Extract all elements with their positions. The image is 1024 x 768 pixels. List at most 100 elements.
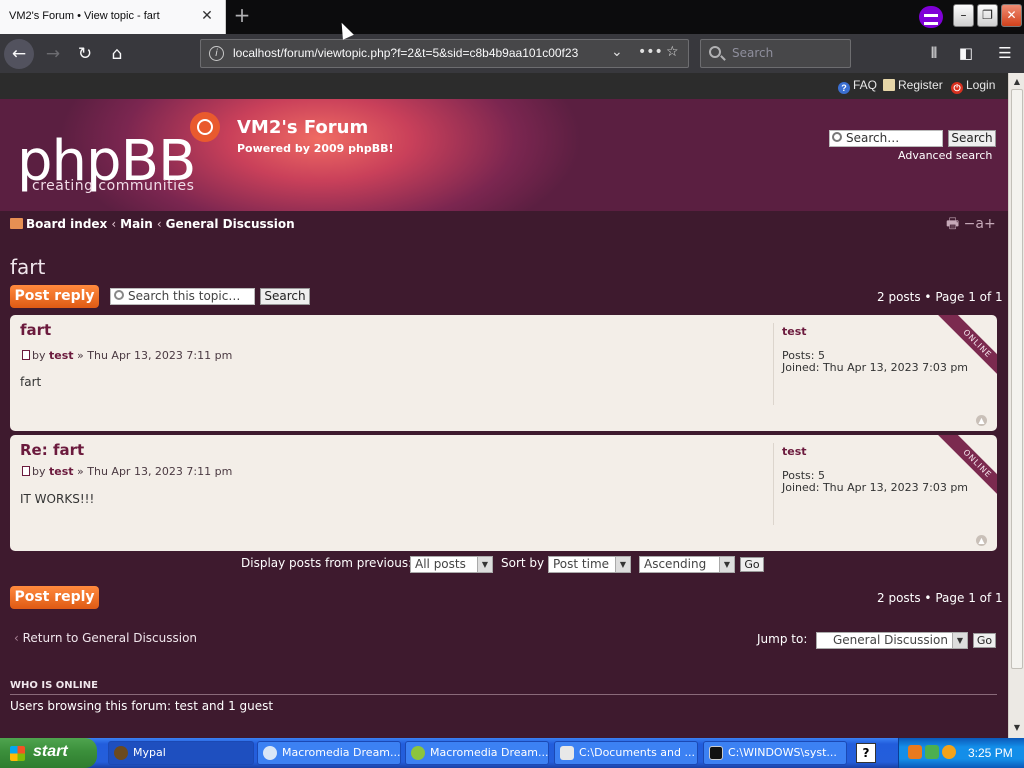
start-label: start xyxy=(33,743,68,760)
faq-link[interactable]: ? FAQ xyxy=(838,78,877,94)
back-to-top-icon[interactable]: ▲ xyxy=(976,415,987,426)
post-body: fart xyxy=(20,375,42,389)
ubuntu-logo-icon xyxy=(190,112,220,142)
menu-icon[interactable]: ☰ xyxy=(995,44,1015,62)
post-title[interactable]: Re: fart xyxy=(20,441,84,459)
home-icon[interactable]: ⌂ xyxy=(102,39,132,69)
topic-title[interactable]: fart xyxy=(10,255,45,279)
tray-search-icon[interactable] xyxy=(942,745,956,759)
private-browsing-icon xyxy=(919,6,943,28)
taskbar-item-dreamweaver[interactable]: Macromedia Dream... xyxy=(405,741,549,765)
tray-app-icon[interactable] xyxy=(908,745,922,759)
header-search-input[interactable]: Search… xyxy=(829,130,943,147)
scrollbar-thumb[interactable] xyxy=(1011,89,1023,669)
url-bar[interactable]: i localhost/forum/viewtopic.php?f=2&t=5&… xyxy=(200,39,689,68)
jump-to-select[interactable]: General Discussion ▼ xyxy=(816,632,968,649)
taskbar-item-dreamweaver[interactable]: Macromedia Dream... xyxy=(257,741,401,765)
login-link[interactable]: ⏻ Login xyxy=(951,78,995,94)
taskbar-item-cmd[interactable]: C:\WINDOWS\syst... xyxy=(703,741,847,765)
sort-by-label: Sort by xyxy=(501,556,545,570)
command-prompt-icon xyxy=(709,746,723,760)
forum-topnav: ? FAQ Register ⏻ Login xyxy=(0,73,1008,99)
url-text[interactable]: localhost/forum/viewtopic.php?f=2&t=5&si… xyxy=(233,46,605,60)
page-tools: 🖶 −a+ xyxy=(946,213,996,237)
font-decrease-icon[interactable]: −a xyxy=(964,216,984,232)
taskbar-item-label: Macromedia Dream... xyxy=(282,746,401,759)
start-button[interactable]: start xyxy=(0,738,97,768)
chevron-down-icon: ▼ xyxy=(719,557,734,572)
display-posts-select[interactable]: All posts ▼ xyxy=(410,556,493,573)
sidebar-icon[interactable]: ◧ xyxy=(956,44,976,62)
taskbar-item-mypal[interactable]: Mypal xyxy=(108,741,254,765)
post-reply-button[interactable]: Post reply xyxy=(10,285,99,308)
sort-order-select[interactable]: Ascending ▼ xyxy=(639,556,735,573)
return-link[interactable]: ‹ Return to General Discussion xyxy=(14,631,197,645)
reload-icon[interactable]: ↻ xyxy=(70,39,100,69)
breadcrumb-board-index[interactable]: Board index xyxy=(26,217,107,231)
chevron-left-icon: ‹ xyxy=(14,631,23,645)
topic-search-button[interactable]: Search xyxy=(260,288,310,305)
forward-icon[interactable]: → xyxy=(38,39,68,69)
bookmark-star-icon[interactable]: ☆ xyxy=(666,44,679,60)
close-window-button[interactable]: ✕ xyxy=(1001,4,1022,27)
header-search-button[interactable]: Search xyxy=(948,130,996,147)
page-scrollbar[interactable]: ▲ ▼ xyxy=(1008,73,1024,738)
online-ribbon: ONLINE xyxy=(933,435,997,508)
minimize-window-button[interactable]: – xyxy=(953,4,974,27)
dropdown-arrow-icon[interactable]: ⌄ xyxy=(611,44,623,60)
register-label: Register xyxy=(898,78,943,92)
post-author[interactable]: test xyxy=(49,465,74,478)
post-author[interactable]: test xyxy=(49,349,74,362)
breadcrumb-separator: ‹ xyxy=(111,217,117,231)
display-posts-value: All posts xyxy=(415,557,466,571)
sort-by-select[interactable]: Post time ▼ xyxy=(548,556,631,573)
pagination: 2 posts • Page 1 of 1 xyxy=(877,591,1003,605)
display-go-button[interactable]: Go xyxy=(740,557,764,572)
post-icon[interactable] xyxy=(22,350,30,360)
browser-navbar: ← → ↻ ⌂ i localhost/forum/viewtopic.php?… xyxy=(0,34,1024,73)
register-icon xyxy=(883,79,895,91)
author-name[interactable]: test xyxy=(782,325,807,338)
breadcrumb-main[interactable]: Main xyxy=(120,217,153,231)
search-icon xyxy=(832,132,842,142)
post-date: » Thu Apr 13, 2023 7:11 pm xyxy=(77,349,233,362)
font-increase-icon[interactable]: + xyxy=(984,216,996,232)
print-icon[interactable]: 🖶 xyxy=(946,216,959,232)
post-by: by xyxy=(32,349,46,362)
page-actions-icon[interactable]: ••• xyxy=(638,44,663,60)
taskbar-item-label: C:\Documents and ... xyxy=(579,746,695,759)
post-icon[interactable] xyxy=(22,466,30,476)
breadcrumb-general-discussion[interactable]: General Discussion xyxy=(166,217,295,231)
scroll-up-icon[interactable]: ▲ xyxy=(1011,75,1023,89)
dreamweaver-icon xyxy=(411,746,425,760)
power-icon: ⏻ xyxy=(951,82,963,94)
sort-by-value: Post time xyxy=(553,557,610,571)
jump-go-button[interactable]: Go xyxy=(973,633,996,648)
post-date: » Thu Apr 13, 2023 7:11 pm xyxy=(77,465,233,478)
back-to-top-icon[interactable]: ▲ xyxy=(976,535,987,546)
close-tab-icon[interactable]: ✕ xyxy=(199,8,215,24)
tray-app-icon[interactable] xyxy=(925,745,939,759)
site-title: VM2's Forum xyxy=(237,117,369,138)
back-icon[interactable]: ← xyxy=(4,39,34,69)
browser-search-input[interactable]: Search xyxy=(700,39,851,68)
post: Re: fart by test » Thu Apr 13, 2023 7:11… xyxy=(10,435,997,551)
scroll-down-icon[interactable]: ▼ xyxy=(1011,721,1023,735)
advanced-search-link[interactable]: Advanced search xyxy=(898,149,992,162)
site-info-icon[interactable]: i xyxy=(209,46,224,61)
mypal-icon xyxy=(114,746,128,760)
register-link[interactable]: Register xyxy=(883,78,943,92)
restore-window-button[interactable]: ❐ xyxy=(977,4,998,27)
post-title[interactable]: fart xyxy=(20,321,51,339)
library-icon[interactable]: ⫴ xyxy=(924,44,944,62)
author-name[interactable]: test xyxy=(782,445,807,458)
who-is-online-title: WHO IS ONLINE xyxy=(10,680,98,691)
post-reply-button[interactable]: Post reply xyxy=(10,586,99,609)
browser-search-placeholder: Search xyxy=(732,46,774,60)
browser-tab[interactable]: VM2's Forum • View topic - fart ✕ xyxy=(0,0,226,34)
help-icon[interactable]: ? xyxy=(856,743,876,763)
taskbar-item-explorer[interactable]: C:\Documents and ... xyxy=(554,741,698,765)
new-tab-icon[interactable]: + xyxy=(232,5,252,26)
topic-search-input[interactable]: Search this topic… xyxy=(110,288,255,305)
author-joined: Joined: Thu Apr 13, 2023 7:03 pm xyxy=(782,361,969,374)
